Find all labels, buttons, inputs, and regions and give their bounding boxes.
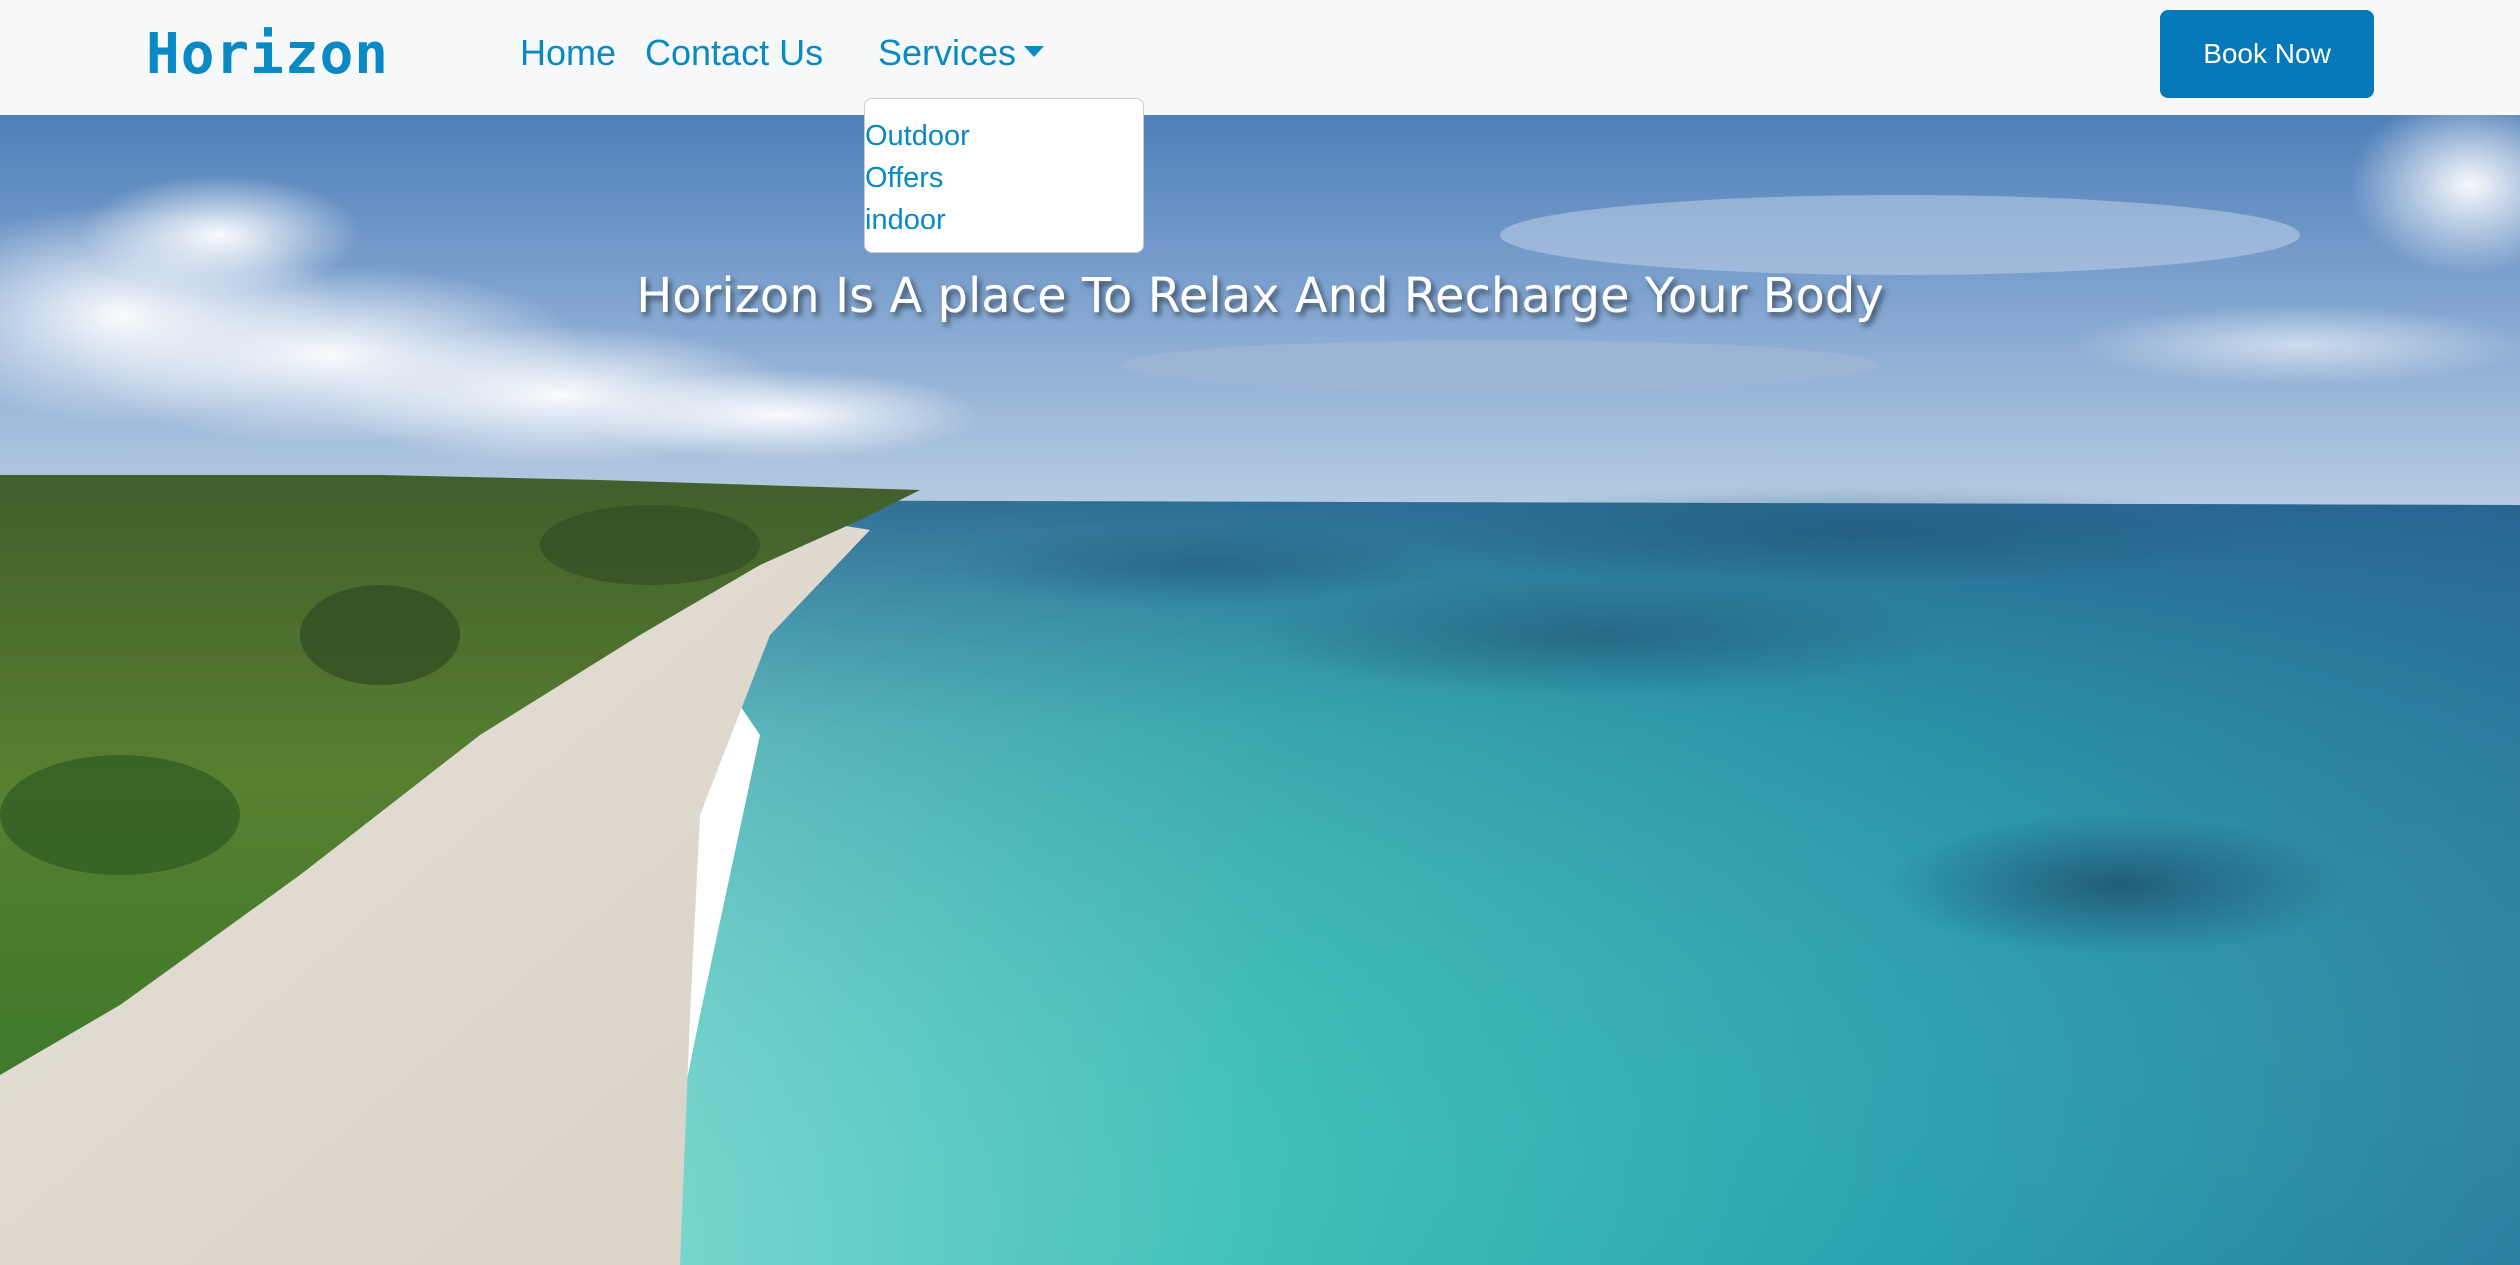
nav-link-home[interactable]: Home [520,32,616,74]
book-now-button[interactable]: Book Now [2160,10,2374,98]
nav-services-label: Services [878,32,1017,73]
nav-link-contact[interactable]: Contact Us [645,32,823,74]
hero-title: Horizon Is A place To Relax And Recharge… [636,268,1884,324]
services-dropdown-menu: Outdoor Offers indoor [864,98,1144,253]
brand-logo[interactable]: Horizon [146,22,389,87]
top-navbar: Horizon Home Contact Us Services Book No… [0,0,2520,115]
nav-dropdown-services[interactable]: Services [878,32,1045,74]
dropdown-item-offers[interactable]: Offers [865,157,1143,199]
caret-down-icon [1024,45,1045,57]
hero-section: Horizon Is A place To Relax And Recharge… [0,115,2520,1265]
dropdown-item-indoor[interactable]: indoor [865,199,1143,241]
dropdown-item-outdoor[interactable]: Outdoor [865,115,1143,157]
